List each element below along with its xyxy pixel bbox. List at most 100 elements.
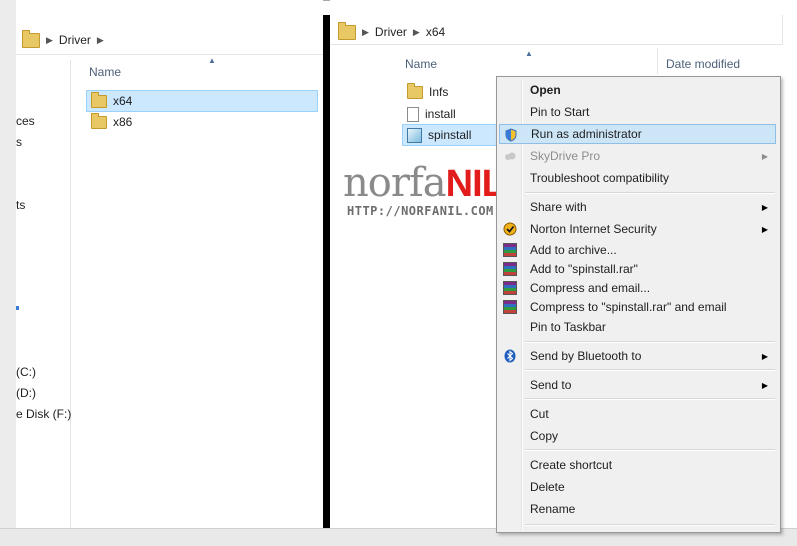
menu-item-add-to-spinstall-rar[interactable]: Add to "spinstall.rar" (499, 259, 776, 279)
chevron-right-icon[interactable]: ▶ (97, 35, 104, 46)
breadcrumb-x64[interactable]: x64 (426, 25, 445, 39)
file-row-install[interactable]: install (403, 104, 511, 124)
sort-ascending-icon: ▲ (525, 49, 533, 58)
norton-icon (503, 222, 517, 236)
column-divider (657, 48, 658, 74)
file-row-spinstall[interactable]: spinstall (402, 124, 504, 146)
file-name: spinstall (428, 128, 472, 142)
menu-item-label: SkyDrive Pro (530, 149, 601, 163)
menu-item-label: Pin to Start (530, 105, 590, 119)
breadcrumb-driver[interactable]: Driver (59, 33, 91, 47)
file-row-x64[interactable]: x64 (86, 90, 318, 112)
menu-item-label: Cut (530, 407, 549, 421)
menu-item-skydrive-pro[interactable]: SkyDrive Pro ▶ (499, 146, 776, 166)
skydrive-icon (503, 149, 517, 163)
nav-item-drive-c[interactable]: (C:) (16, 365, 36, 379)
divider (330, 44, 783, 45)
menu-item-label: Pin to Taskbar (530, 320, 606, 334)
right-address-bar[interactable]: ▶ Driver ▶ x64 (338, 20, 445, 44)
folder-icon (338, 21, 356, 40)
file-name: Infs (429, 85, 449, 99)
menu-item-label: Rename (530, 502, 576, 516)
menu-item-cut[interactable]: Cut (499, 404, 776, 424)
winrar-icon (503, 300, 517, 314)
chevron-right-icon: ▶ (46, 34, 53, 45)
menu-item-label: Send to (530, 378, 572, 392)
breadcrumb-driver[interactable]: Driver (375, 25, 407, 39)
menu-item-label: Add to "spinstall.rar" (530, 262, 638, 276)
address-bar-edge (782, 15, 783, 45)
sort-ascending-icon: ▲ (208, 56, 216, 65)
menu-item-open[interactable]: Open (499, 80, 776, 100)
menu-item-pin-to-taskbar[interactable]: Pin to Taskbar (499, 317, 776, 337)
file-name: x64 (113, 94, 133, 108)
menu-item-label: Run as administrator (531, 127, 642, 141)
winrar-icon (503, 262, 517, 276)
nav-item[interactable]: ces (16, 114, 35, 128)
watermark-brand-left: norfa (343, 160, 447, 206)
submenu-arrow-icon: ▶ (761, 380, 768, 390)
divider (16, 54, 323, 55)
menu-item-label: Open (530, 83, 561, 97)
column-header-name[interactable]: Name (89, 65, 121, 79)
image-divider (323, 15, 330, 529)
chevron-right-icon[interactable]: ▶ (413, 27, 420, 38)
menu-separator (525, 192, 775, 194)
menu-item-send-by-bluetooth[interactable]: Send by Bluetooth to ▶ (499, 346, 776, 366)
menu-item-rename[interactable]: Rename (499, 499, 776, 519)
menu-item-label: Delete (530, 480, 565, 494)
watermark-url: HTTP://NORFANIL.COM (347, 204, 494, 218)
menu-item-label: Compress and email... (530, 281, 651, 295)
file-row-x86[interactable]: x86 (87, 112, 317, 132)
submenu-arrow-icon: ▶ (761, 224, 768, 234)
submenu-arrow-icon: ▶ (761, 202, 768, 212)
menu-item-label: Norton Internet Security (530, 222, 657, 236)
menu-item-add-to-archive[interactable]: Add to archive... (499, 240, 776, 260)
menu-item-compress-and-email[interactable]: Compress and email... (499, 278, 776, 298)
nav-pane-divider (70, 60, 71, 530)
folder-icon (22, 29, 40, 48)
menu-item-copy[interactable]: Copy (499, 426, 776, 446)
menu-separator (525, 341, 775, 343)
left-edge-strip (0, 0, 16, 546)
menu-item-run-as-administrator[interactable]: Run as administrator (499, 124, 776, 144)
menu-item-label: Add to archive... (530, 243, 617, 257)
nav-item-drive-f[interactable]: e Disk (F:) (16, 407, 71, 421)
menu-item-create-shortcut[interactable]: Create shortcut (499, 455, 776, 475)
menu-separator (525, 369, 775, 371)
menu-item-label: Compress to "spinstall.rar" and email (530, 300, 727, 314)
setup-icon (407, 127, 422, 143)
column-header-date-modified[interactable]: Date modified (666, 57, 740, 71)
file-name: install (425, 107, 456, 121)
folder-icon (91, 112, 107, 129)
menu-item-label: Troubleshoot compatibility (530, 171, 669, 185)
menu-item-pin-to-start[interactable]: Pin to Start (499, 102, 776, 122)
submenu-arrow-icon: ▶ (761, 351, 768, 361)
menu-item-label: Create shortcut (530, 458, 613, 472)
folder-icon (407, 82, 423, 99)
menu-item-norton-internet-security[interactable]: Norton Internet Security ▶ (499, 219, 776, 239)
uac-shield-icon (504, 128, 518, 142)
menu-item-share-with[interactable]: Share with ▶ (499, 197, 776, 217)
nav-item[interactable]: ts (16, 198, 25, 212)
left-explorer-window: ▶ Driver ▶ ▲ Name ces s ts (C:) (D:) e D… (0, 0, 323, 546)
menu-item-label: Copy (530, 429, 559, 443)
menu-item-delete[interactable]: Delete (499, 477, 776, 497)
nav-item[interactable]: s (16, 135, 22, 149)
context-menu: Open Pin to Start Run as administrator S… (496, 76, 781, 533)
nav-item-drive-d[interactable]: (D:) (16, 386, 36, 400)
column-header-name[interactable]: Name (405, 57, 437, 71)
menu-separator (525, 449, 775, 451)
menu-item-compress-to-rar-and-email[interactable]: Compress to "spinstall.rar" and email (499, 297, 776, 317)
menu-separator (525, 398, 775, 400)
winrar-icon (503, 281, 517, 295)
watermark-brand: norfaNIL (343, 160, 505, 206)
menu-item-send-to[interactable]: Send to ▶ (499, 375, 776, 395)
winrar-icon (503, 243, 517, 257)
menu-item-troubleshoot-compatibility[interactable]: Troubleshoot compatibility (499, 168, 776, 188)
file-name: x86 (113, 115, 133, 129)
left-address-bar[interactable]: ▶ Driver ▶ (22, 28, 104, 52)
file-icon (407, 106, 419, 122)
file-row-infs[interactable]: Infs (403, 82, 511, 102)
folder-icon (91, 91, 107, 108)
